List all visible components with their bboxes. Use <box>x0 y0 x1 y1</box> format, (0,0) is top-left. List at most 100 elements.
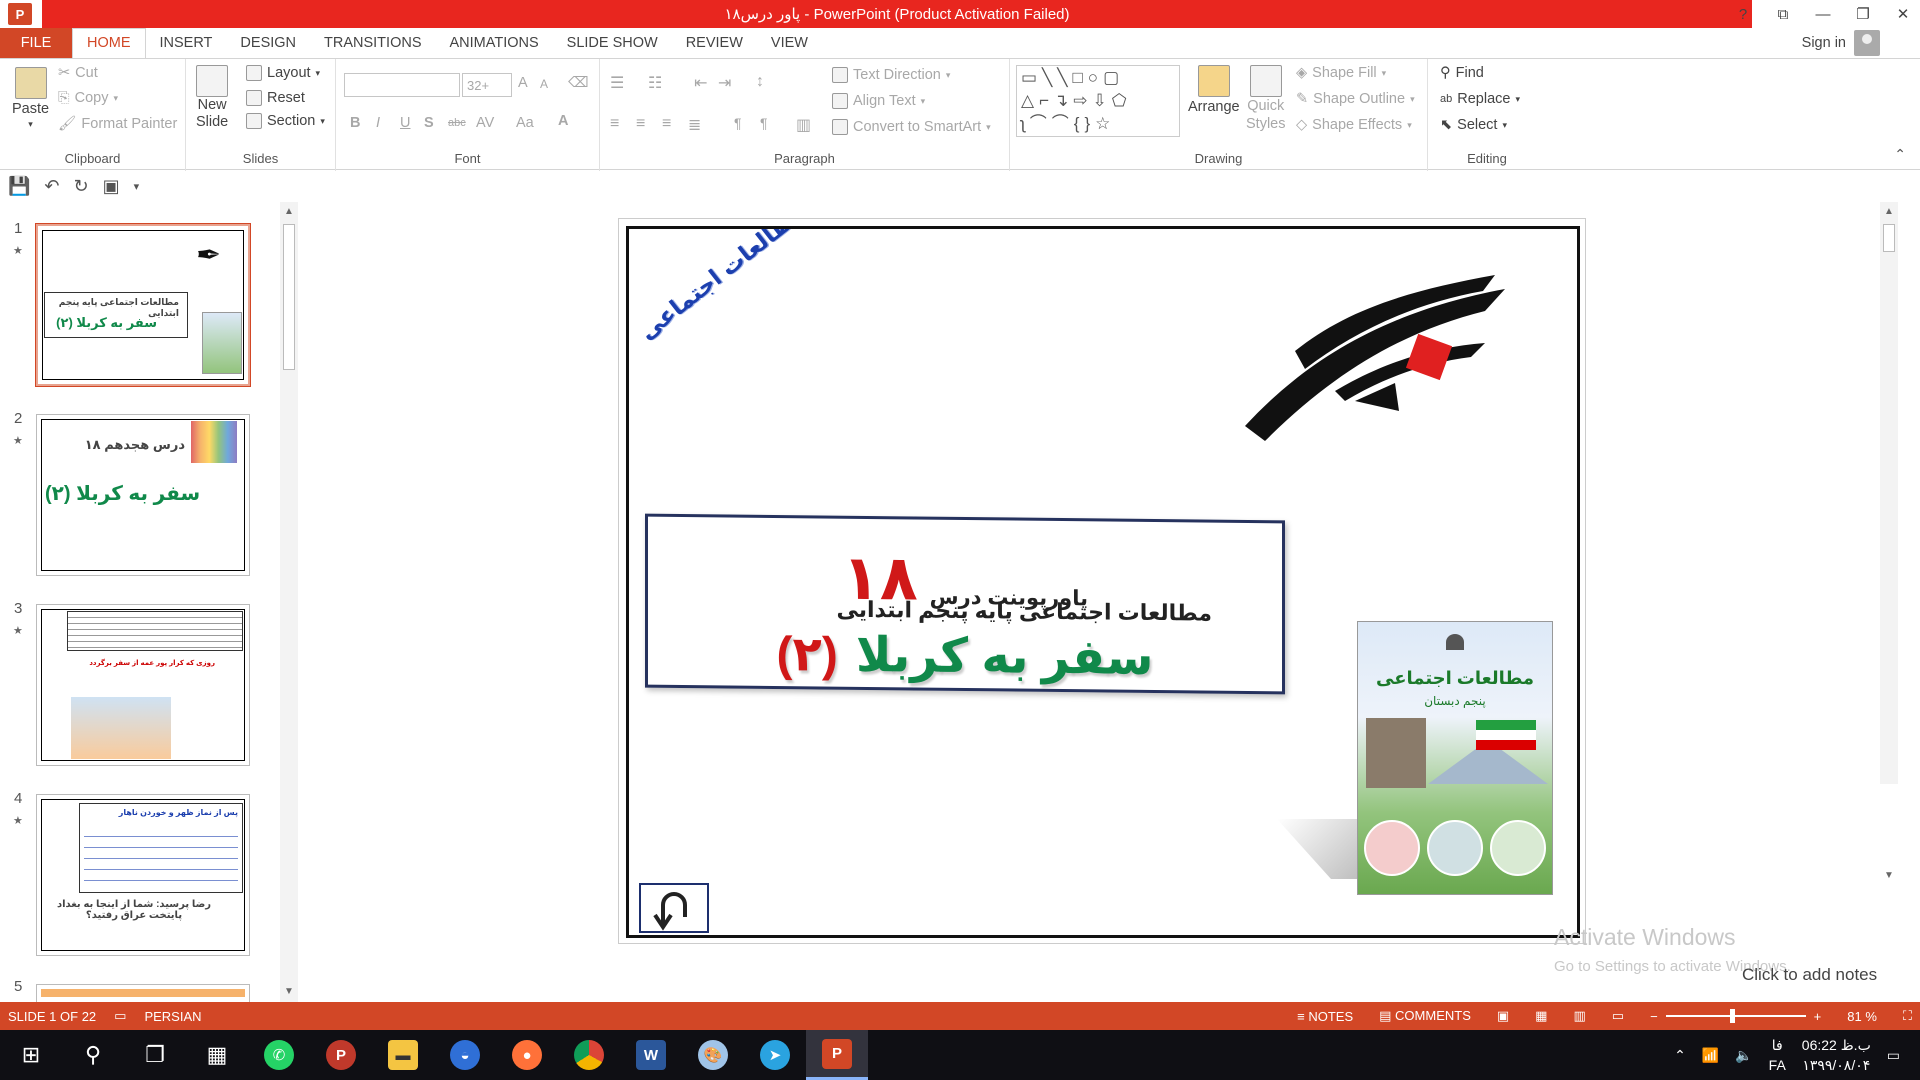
tab-file[interactable]: FILE <box>0 28 72 58</box>
select-button[interactable]: ⬉ Select ▾ <box>1440 117 1507 133</box>
character-spacing-button[interactable]: AV <box>476 115 494 131</box>
clear-format-icon[interactable]: ⌫ <box>568 75 589 91</box>
tab-animations[interactable]: ANIMATIONS <box>436 28 553 58</box>
scroll-thumb[interactable] <box>283 224 295 370</box>
replace-button[interactable]: ab Replace ▾ <box>1440 91 1520 107</box>
calculator-icon[interactable]: ▦ <box>186 1030 248 1080</box>
search-icon[interactable]: ⚲ <box>62 1030 124 1080</box>
close-button[interactable]: ✕ <box>1894 5 1912 23</box>
tab-slide-show[interactable]: SLIDE SHOW <box>553 28 672 58</box>
pdf-reader-icon[interactable]: P <box>310 1030 372 1080</box>
justify-icon[interactable]: ≣ <box>688 115 701 135</box>
bold-button[interactable]: B <box>350 115 360 131</box>
shape-effects-button[interactable]: ◇ Shape Effects ▾ <box>1296 117 1412 133</box>
paint-icon[interactable]: 🎨 <box>682 1030 744 1080</box>
zoom-control[interactable]: − + <box>1650 1009 1821 1024</box>
undo-icon[interactable]: ↶ <box>44 176 59 197</box>
shape-outline-button[interactable]: ✎ Shape Outline ▾ <box>1296 91 1415 107</box>
ltr-icon[interactable]: ¶ <box>734 115 742 131</box>
sign-in[interactable]: Sign in <box>1802 28 1880 58</box>
thumbnails-scrollbar[interactable]: ▲ ▼ <box>280 202 298 1002</box>
text-direction-button[interactable]: Text Direction ▾ <box>832 67 950 83</box>
tab-insert[interactable]: INSERT <box>146 28 227 58</box>
start-slideshow-icon[interactable]: ▣ <box>103 176 120 197</box>
current-slide[interactable]: مطالعات اجتماعی پاورپوینت درس ۱۸ مطالعات… <box>626 226 1580 938</box>
notes-button[interactable]: ≡ NOTES <box>1297 1009 1353 1024</box>
file-explorer-icon[interactable]: ▬ <box>372 1030 434 1080</box>
grow-font-button[interactable]: A <box>518 75 528 91</box>
firefox-icon[interactable]: ● <box>496 1030 558 1080</box>
calligraphy-logo-icon[interactable] <box>1185 251 1565 451</box>
corner-label[interactable]: مطالعات اجتماعی <box>634 229 810 345</box>
help-icon[interactable]: ? <box>1734 6 1752 23</box>
title-box[interactable]: پاورپوینت درس ۱۸ مطالعات اجتماعی پایه پن… <box>645 513 1285 695</box>
task-view-icon[interactable]: ❐ <box>124 1030 186 1080</box>
scroll-up-icon[interactable]: ▲ <box>284 206 294 217</box>
slide-thumbnail-2[interactable]: درس هجدهم ۱۸ سفر به کربلا (۲) <box>36 414 250 576</box>
scroll-up-icon[interactable]: ▲ <box>1884 206 1894 217</box>
font-name-input[interactable] <box>344 73 460 97</box>
cut-button[interactable]: ✂ Cut <box>58 65 98 81</box>
scroll-thumb[interactable] <box>1883 224 1895 252</box>
tab-home[interactable]: HOME <box>72 27 146 59</box>
shape-fill-button[interactable]: ◈ Shape Fill ▾ <box>1296 65 1386 81</box>
slide-thumbnail-5[interactable] <box>36 984 250 1002</box>
save-icon[interactable]: 💾 <box>8 176 30 197</box>
input-language[interactable]: فا FA <box>1769 1035 1786 1075</box>
collapse-ribbon-icon[interactable]: ⌃ <box>1894 146 1906 163</box>
clock[interactable]: 06:22 ب.ظ ۱۳۹۹/۰۸/۰۴ <box>1802 1035 1871 1075</box>
align-center-icon[interactable]: ≡ <box>636 115 645 133</box>
copy-button[interactable]: ⎘ Copy ▾ <box>58 90 118 106</box>
reset-button[interactable]: Reset <box>246 90 305 106</box>
align-left-icon[interactable]: ≡ <box>610 115 619 133</box>
slideshow-view-icon[interactable]: ▭ <box>1612 1008 1624 1024</box>
volume-icon[interactable]: 🔈 <box>1735 1047 1752 1064</box>
zoom-slider[interactable] <box>1665 1009 1806 1023</box>
bullets-icon[interactable]: ☰ <box>610 73 624 93</box>
zoom-slider-knob[interactable] <box>1729 1009 1735 1023</box>
find-button[interactable]: ⚲ Find <box>1440 65 1484 81</box>
align-right-icon[interactable]: ≡ <box>662 115 671 133</box>
columns-icon[interactable]: ▥ <box>796 115 811 135</box>
tab-transitions[interactable]: TRANSITIONS <box>310 28 435 58</box>
app-blue-icon[interactable]: ◒ <box>434 1030 496 1080</box>
change-case-button[interactable]: Aa <box>516 115 534 131</box>
word-icon[interactable]: W <box>620 1030 682 1080</box>
font-color-button[interactable]: A <box>558 113 568 129</box>
fit-slide-icon[interactable]: ⛶ <box>1903 1008 1912 1024</box>
zoom-out-icon[interactable]: − <box>1650 1009 1658 1024</box>
slide-sorter-icon[interactable]: ▦ <box>1535 1008 1547 1024</box>
tab-view[interactable]: VIEW <box>757 28 822 58</box>
section-button[interactable]: Section ▾ <box>246 113 325 129</box>
shapes-gallery[interactable]: ▭╲╲□○▢ △⌐↴⇨⇩⬠ ʅ⌒⌒{}☆ <box>1016 65 1180 137</box>
restore-button[interactable]: ❐ <box>1854 5 1872 23</box>
start-button[interactable]: ⊞ <box>0 1030 62 1080</box>
slide-thumbnail-1[interactable]: ✒ مطالعات اجتماعی پایه پنجم ابتدایی سفر … <box>35 223 251 387</box>
slide-thumbnail-4[interactable]: پس از نماز ظهر و خوردن ناهار رضا پرسید: … <box>36 794 250 956</box>
zoom-level[interactable]: 81 % <box>1847 1009 1877 1024</box>
layout-button[interactable]: Layout ▾ <box>246 65 320 81</box>
new-slide-button[interactable]: New Slide <box>196 65 228 131</box>
telegram-icon[interactable]: ➤ <box>744 1030 806 1080</box>
paste-button[interactable]: Paste ▾ <box>12 67 49 130</box>
underline-button[interactable]: U <box>400 115 410 131</box>
scroll-down-icon[interactable]: ▼ <box>284 986 294 997</box>
powerpoint-taskbar-icon[interactable]: P <box>806 1030 868 1080</box>
tray-overflow-icon[interactable]: ⌃ <box>1674 1047 1686 1064</box>
increase-indent-icon[interactable]: ⇥ <box>718 73 731 93</box>
slide-container[interactable]: مطالعات اجتماعی پاورپوینت درس ۱۸ مطالعات… <box>618 218 1586 944</box>
notifications-icon[interactable]: ▭ <box>1887 1047 1900 1064</box>
textbook-cover-image[interactable]: مطالعات اجتماعی پنجم دبستان <box>1357 621 1553 895</box>
font-size-input[interactable]: 32+ <box>462 73 512 97</box>
normal-view-icon[interactable]: ▣ <box>1497 1008 1509 1024</box>
line-spacing-icon[interactable]: ↕ <box>756 73 764 91</box>
sign-in-label[interactable]: Sign in <box>1802 35 1846 51</box>
convert-smartart-button[interactable]: Convert to SmartArt ▾ <box>832 119 991 135</box>
decrease-indent-icon[interactable]: ⇤ <box>694 73 707 93</box>
arrange-button[interactable]: Arrange <box>1188 65 1240 115</box>
comments-button[interactable]: ▤ COMMENTS <box>1379 1008 1471 1024</box>
tab-design[interactable]: DESIGN <box>226 28 310 58</box>
tab-review[interactable]: REVIEW <box>672 28 757 58</box>
notes-placeholder[interactable]: Click to add notes <box>1742 965 1877 985</box>
language-indicator[interactable]: PERSIAN <box>144 1009 201 1024</box>
